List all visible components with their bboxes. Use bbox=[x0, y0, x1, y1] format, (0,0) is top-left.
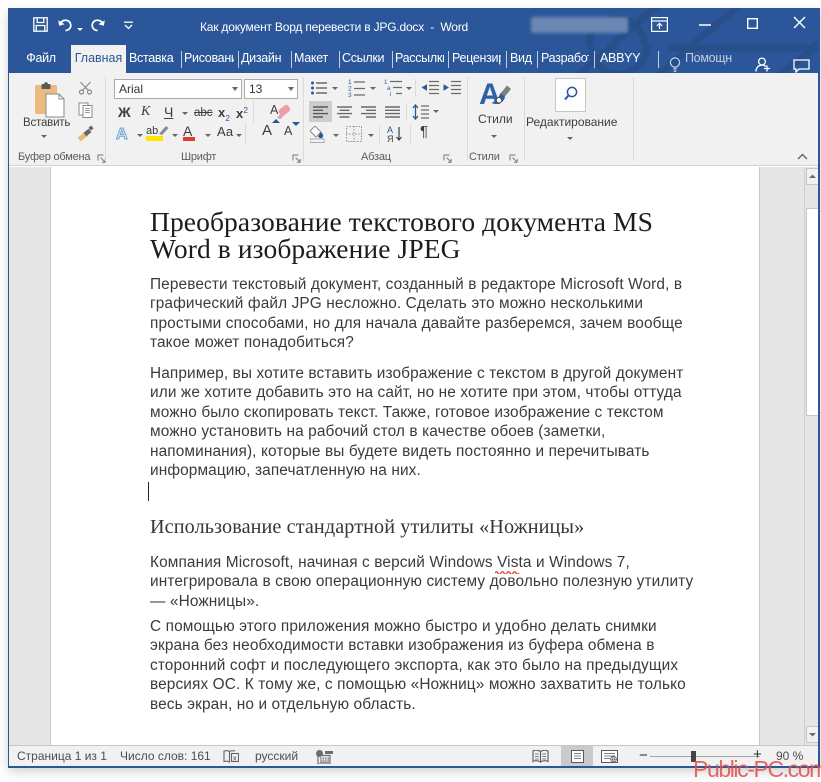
svg-text:А: А bbox=[270, 103, 279, 117]
svg-text:Я: Я bbox=[387, 134, 394, 143]
svg-text:i: i bbox=[390, 92, 391, 96]
svg-text:3: 3 bbox=[348, 92, 352, 97]
svg-text:А: А bbox=[116, 126, 128, 141]
svg-text:ab: ab bbox=[146, 125, 158, 137]
svg-text:A: A bbox=[479, 78, 501, 110]
svg-text:x: x bbox=[233, 756, 237, 763]
